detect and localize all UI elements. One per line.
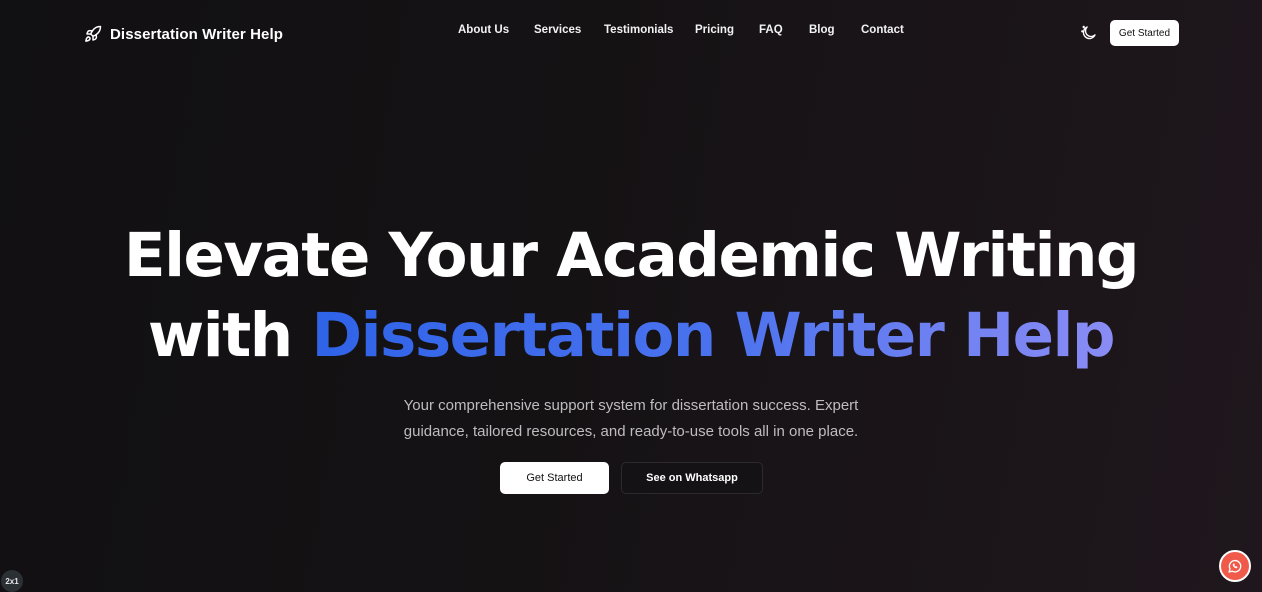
hero-actions: Get Started See on Whatsapp [500,462,763,494]
nav-link-contact[interactable]: Contact [861,24,904,36]
nav-get-started-button[interactable]: Get Started [1110,20,1179,46]
hero-title: Elevate Your Academic Writing with Disse… [0,216,1262,376]
hero-subtitle: Your comprehensive support system for di… [381,393,881,445]
whatsapp-icon [1228,559,1242,573]
hero-title-line2-plain: with [147,300,312,371]
nav-link-about-us[interactable]: About Us [458,24,509,36]
corner-badge[interactable]: 2x1 [1,570,23,592]
rocket-icon [85,25,102,42]
hero-get-started-button[interactable]: Get Started [500,462,609,494]
nav-link-blog[interactable]: Blog [809,24,835,36]
nav-link-testimonials[interactable]: Testimonials [604,24,673,36]
whatsapp-float-button[interactable] [1219,550,1251,582]
moon-stars-icon[interactable] [1080,24,1098,42]
hero-subtitle-line1: Your comprehensive support system for di… [403,397,859,414]
nav-link-services[interactable]: Services [534,24,581,36]
brand-logo-link[interactable]: Dissertation Writer Help [84,22,283,46]
see-on-whatsapp-button[interactable]: See on Whatsapp [621,462,763,494]
hero-subtitle-line2: guidance, tailored resources, and ready-… [403,423,859,440]
hero-title-line1: Elevate Your Academic Writing [123,220,1140,291]
brand-name: Dissertation Writer Help [110,25,283,43]
hero-title-highlight: Dissertation Writer Help [311,300,1115,371]
top-navbar: Dissertation Writer Help About Us Servic… [0,0,1262,66]
hero-title-line2: with Dissertation Writer Help [0,296,1262,376]
nav-link-faq[interactable]: FAQ [759,24,783,36]
nav-link-pricing[interactable]: Pricing [695,24,734,36]
